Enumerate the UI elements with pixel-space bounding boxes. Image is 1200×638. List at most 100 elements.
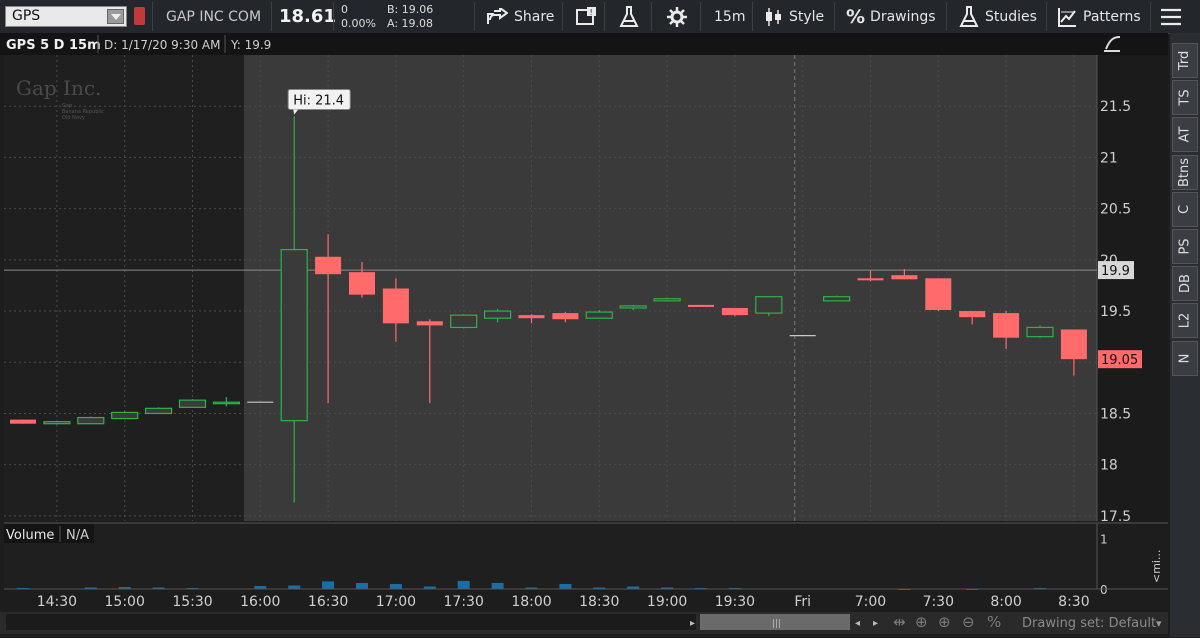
candle-body-down [959, 311, 986, 318]
drawings-button[interactable]: % Drawings [846, 0, 936, 33]
candle-body-up [755, 296, 783, 314]
candle-body-up [585, 311, 613, 319]
watermark-brand: Gap Inc. [16, 76, 101, 100]
time-tick-label: 19:30 [715, 594, 755, 610]
interval-button[interactable]: 15m [714, 0, 745, 33]
scroll-right-icon: ▸ [690, 618, 695, 629]
price-chart[interactable]: GPS 5 D 15m D: 1/17/20 9:30 AM Y: 19.9 Gap … [0, 33, 1168, 634]
toolbar: GPS GAP INC COM 18.61 0 0.00% B: 19.06 A… [0, 0, 1200, 34]
time-tick-label: 18:30 [579, 594, 619, 610]
time-tick-label: 8:00 [990, 594, 1021, 610]
time-tick-label: 15:00 [105, 594, 145, 610]
candle-body-down [721, 307, 748, 316]
menu-button[interactable] [1160, 0, 1182, 33]
svg-text:!: ! [590, 8, 593, 17]
patterns-icon [1058, 7, 1076, 27]
chart-area[interactable]: GPS 5 D 15m D: 1/17/20 9:30 AM Y: 19.9 Gap … [0, 33, 1168, 634]
candle-body-down [857, 278, 884, 281]
alert-flag-icon[interactable] [134, 7, 145, 25]
volume-value: N/A [66, 528, 89, 543]
right-tab-ts[interactable]: TS [1172, 80, 1198, 116]
candle-body-up [619, 305, 647, 309]
bid: B: 19.06 [387, 3, 434, 16]
right-tab-db[interactable]: DB [1172, 266, 1198, 302]
candle-body-down [416, 321, 443, 326]
last-price-badge-label: 19.05 [1101, 353, 1138, 368]
candlestick-icon [766, 7, 781, 26]
right-tab-label: Btns [1177, 157, 1193, 187]
symbol-selector[interactable]: GPS [5, 6, 127, 27]
time-tick-label: 14:30 [37, 594, 77, 610]
candle-body-up [145, 407, 173, 415]
right-tab-btns[interactable]: Btns [1172, 154, 1198, 190]
price-tick-label: 17.5 [1100, 509, 1131, 525]
candle-body-up [212, 401, 240, 405]
gear-icon [667, 6, 687, 27]
bid-ask-block: B: 19.06 A: 19.08 [387, 3, 433, 31]
studies-label: Studies [985, 8, 1037, 25]
time-tick-label: 17:00 [376, 594, 416, 610]
alerts-button[interactable]: ! [575, 0, 597, 33]
alert-calendar-icon: ! [576, 6, 596, 25]
watermark-sub: Old Navy [62, 115, 85, 121]
time-tick-label: 18:00 [511, 594, 551, 610]
studies-flask-icon [959, 5, 979, 27]
volume-bar [457, 580, 470, 589]
company-name: GAP INC COM [166, 8, 262, 25]
candle-body-up [822, 296, 851, 302]
patterns-button[interactable]: Patterns [1057, 0, 1141, 33]
chart-title: GPS 5 D 15m [6, 38, 101, 53]
candle-body-down [688, 304, 714, 307]
right-tab-at[interactable]: AT [1172, 117, 1198, 153]
crosshair-icon: ⊕ [915, 613, 928, 631]
cursor-date: D: 1/17/20 9:30 AM [104, 38, 221, 52]
candle-body-down [10, 419, 36, 424]
pan-icon: ⇹ [893, 613, 906, 631]
time-tick-label: 16:00 [240, 594, 280, 610]
price-line-badge-label: 19.9 [1101, 264, 1130, 279]
candle-body-down [349, 272, 375, 295]
right-tab-label: DB [1177, 274, 1193, 294]
change-percent: 0.00% [341, 17, 376, 30]
right-tab-label: L2 [1177, 313, 1193, 329]
hamburger-icon [1161, 8, 1181, 25]
time-tick-label: 15:30 [172, 594, 212, 610]
right-tab-ps[interactable]: PS [1172, 229, 1198, 264]
volume-label: Volume [6, 528, 54, 543]
scrollbar-lane[interactable] [6, 614, 696, 630]
settings-button[interactable] [667, 0, 687, 33]
volume-tick-label: 1 [1100, 533, 1108, 547]
time-tick-label: 17:30 [444, 594, 484, 610]
price-tick-label: 18 [1100, 458, 1118, 474]
right-tab-label: PS [1177, 238, 1193, 255]
right-sidebar: Trd TS AT Btns C PS DB L2 N [1170, 33, 1200, 637]
flask-button[interactable] [619, 0, 639, 33]
volume-bar [559, 583, 572, 589]
last-price: 18.61 [279, 6, 336, 27]
right-tab-c[interactable]: C [1172, 191, 1198, 227]
right-tab-label: TS [1177, 89, 1193, 106]
scroll-left-icon: ◂ [855, 618, 860, 629]
volume-bar [356, 582, 368, 589]
candle-body-up [280, 248, 308, 422]
scrollbar-grip-icon: ||| [772, 619, 781, 629]
candle-body-up [450, 314, 478, 329]
price-tick-label: 21 [1100, 150, 1118, 166]
right-tab-n[interactable]: N [1172, 340, 1198, 376]
chevron-down-icon[interactable] [107, 9, 124, 24]
candle-body-up [484, 310, 512, 319]
style-button[interactable]: Style [765, 0, 824, 33]
time-tick-label: 7:00 [855, 594, 886, 610]
time-tick-label: Fri [794, 594, 811, 610]
right-tab-label: N [1177, 353, 1193, 363]
candle-body-down [518, 315, 545, 319]
symbol-text: GPS [12, 8, 41, 24]
share-button[interactable]: Share [486, 0, 554, 33]
volume-bar [322, 581, 335, 589]
percent-icon: % [846, 5, 866, 28]
drawings-label: Drawings [870, 8, 936, 25]
right-tab-l2[interactable]: L2 [1172, 303, 1198, 339]
price-tick-label: 19.5 [1100, 304, 1131, 320]
studies-button[interactable]: Studies [959, 0, 1037, 33]
right-tab-trd[interactable]: Trd [1172, 43, 1198, 78]
